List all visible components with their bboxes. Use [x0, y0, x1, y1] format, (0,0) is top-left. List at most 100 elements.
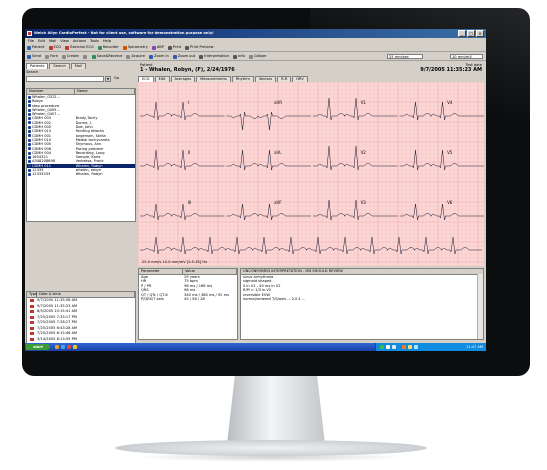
spirometry-icon: [122, 45, 127, 50]
toolbar-button-caliper[interactable]: Caliper: [248, 54, 267, 59]
speed-select[interactable]: 25 mm/sec: [387, 54, 423, 59]
table-row[interactable]: 12333333 Whalen, Robyn: [27, 172, 135, 176]
lead-label: aVR: [274, 100, 282, 105]
title-bar: Welch Allyn CardioPerfect - Not for clie…: [25, 29, 486, 38]
monitor-base: [115, 440, 427, 456]
print-preview-icon: [185, 45, 190, 50]
send-icon: [27, 54, 31, 59]
caliper-icon: [248, 54, 253, 59]
toolbar-button-label: Info: [238, 54, 245, 59]
search-input[interactable]: [26, 75, 104, 82]
abp-icon: [151, 45, 156, 50]
security-icon[interactable]: [392, 345, 396, 349]
tab-mail[interactable]: Mail: [70, 63, 87, 69]
toolbar-button-label: Recorder: [102, 45, 119, 50]
list-item[interactable]: 3/14/2005 8:13:55 PM: [27, 337, 135, 343]
taskbar: start 11:47 AM: [25, 343, 486, 351]
zoom-out-icon: [172, 54, 177, 59]
toolbar-button-acquire[interactable]: Acquire: [126, 54, 145, 59]
test-type-cell: [27, 337, 37, 343]
update-icon[interactable]: [408, 345, 412, 349]
ecg-display[interactable]: IaVR V1 V4 II aVL V2 V5 III aVF V3 V6 25.0 mm/s 10…: [138, 82, 484, 266]
clock: 11:47 AM: [465, 345, 483, 349]
tab-search[interactable]: Search: [49, 63, 70, 69]
toolbar-button-patient[interactable]: Patient: [27, 45, 45, 50]
network-icon[interactable]: [380, 345, 384, 349]
toolbar-button-exercise[interactable]: Exercise ECG: [65, 45, 94, 50]
toolbar-button-zoom-out[interactable]: Zoom out: [172, 54, 196, 59]
gain-select[interactable]: 10 mm/mV: [450, 54, 483, 59]
toolbar-button-print[interactable]: Print: [167, 45, 182, 50]
monitor-stand: [227, 376, 325, 444]
app-screen: Welch Allyn CardioPerfect - Not for clie…: [25, 29, 486, 351]
toolbar-button-info[interactable]: Info: [233, 54, 245, 59]
patient-icon: [28, 160, 31, 164]
toolbar-button-forward[interactable]: Fore: [45, 54, 58, 59]
maximize-button[interactable]: □: [467, 30, 475, 37]
volume-icon[interactable]: [386, 345, 390, 349]
app-icon: [27, 31, 32, 36]
save-receive-icon: [91, 54, 96, 59]
language-icon[interactable]: [402, 345, 406, 349]
ecg-icon: [48, 45, 53, 50]
lead-label: V2: [361, 150, 367, 155]
column-name[interactable]: Name: [75, 89, 135, 94]
column-value[interactable]: Value: [183, 269, 237, 274]
patient-icon: [27, 45, 31, 50]
toolbar-button-label: Patient: [32, 45, 45, 50]
toolbar-button-print-preview[interactable]: Print Preview: [185, 45, 214, 50]
lock-icon: [82, 54, 87, 59]
patient-icon: [28, 108, 31, 112]
patient-number-cell: 12333333: [27, 172, 76, 176]
toolbar-button-recorder[interactable]: Recorder: [97, 45, 119, 50]
start-button[interactable]: start: [26, 344, 50, 350]
toolbar-button-label: Zoom out: [177, 54, 196, 59]
column-parameter[interactable]: Parameter: [139, 269, 183, 274]
toolbar-button-zoom-in[interactable]: Zoom in: [149, 54, 169, 59]
column-number[interactable]: Number: [27, 89, 75, 94]
patient-icon: [28, 164, 31, 168]
left-panel: Patients Search Mail Search ▼ Go Number …: [26, 63, 136, 351]
minimize-button[interactable]: _: [458, 30, 466, 37]
toolbar-button-label: Save&Receive: [96, 54, 123, 59]
test-date-time: 3/14/2005 8:13:55 PM: [37, 336, 77, 341]
toolbar-button-abp[interactable]: ABP: [151, 45, 164, 50]
create-icon: [61, 54, 66, 59]
measurement-parameter: P/QRS/T axis: [141, 296, 164, 301]
toolbar-button-label: Print Preview: [190, 45, 214, 50]
ecg-test-icon: [30, 304, 34, 308]
tab-patients[interactable]: Patients: [26, 63, 49, 69]
column-type[interactable]: Type: [27, 292, 37, 297]
toolbar-button-label: Interpretation: [204, 54, 230, 59]
column-date[interactable]: Date & time: [37, 292, 135, 297]
toolbar-button-send[interactable]: Send: [27, 54, 41, 59]
toolbar-button-interpretation[interactable]: Interpretation: [199, 54, 230, 59]
interpretation-panel: UNCONFIRMED INTERPRETATION - MD SHOULD R…: [240, 268, 484, 340]
patient-icon: [28, 104, 31, 108]
go-button[interactable]: Go: [114, 76, 119, 80]
patient-name: 1 - Whalen, Robyn, (F), 2/24/1976: [140, 67, 235, 73]
toolbar-button-spirometry[interactable]: Spirometry: [122, 45, 148, 50]
toolbar-button-label: Print: [172, 45, 182, 50]
toolbar-button-ecg[interactable]: ECG: [48, 45, 61, 50]
lead-label: V6: [447, 200, 453, 205]
quicklaunch-ie-icon[interactable]: [55, 345, 59, 349]
patient-icon: [28, 151, 31, 155]
lead-label: III: [188, 200, 192, 205]
recorder-icon: [97, 45, 102, 50]
interpretation-scrollbar[interactable]: [477, 274, 483, 339]
close-button[interactable]: ×: [476, 30, 484, 37]
toolbar-button-create[interactable]: Create: [61, 54, 79, 59]
patient-info: Patient 1 - Whalen, Robyn, (F), 2/24/197…: [138, 63, 485, 76]
toolbar-button-label: Fore: [50, 54, 58, 59]
toolbar-button-lock[interactable]: [82, 54, 88, 59]
quicklaunch-desktop-icon[interactable]: [61, 345, 65, 349]
quicklaunch-media-icon[interactable]: [67, 345, 71, 349]
toolbar-button-save-receive[interactable]: Save&Receive: [91, 54, 123, 59]
chevron-down-icon[interactable]: ▼: [105, 75, 111, 82]
quicklaunch-folder-icon[interactable]: [73, 345, 77, 349]
lead-label: V3: [361, 200, 367, 205]
display-icon[interactable]: [414, 345, 418, 349]
patient-icon: [28, 130, 31, 134]
ecg-test-icon: [30, 326, 34, 330]
